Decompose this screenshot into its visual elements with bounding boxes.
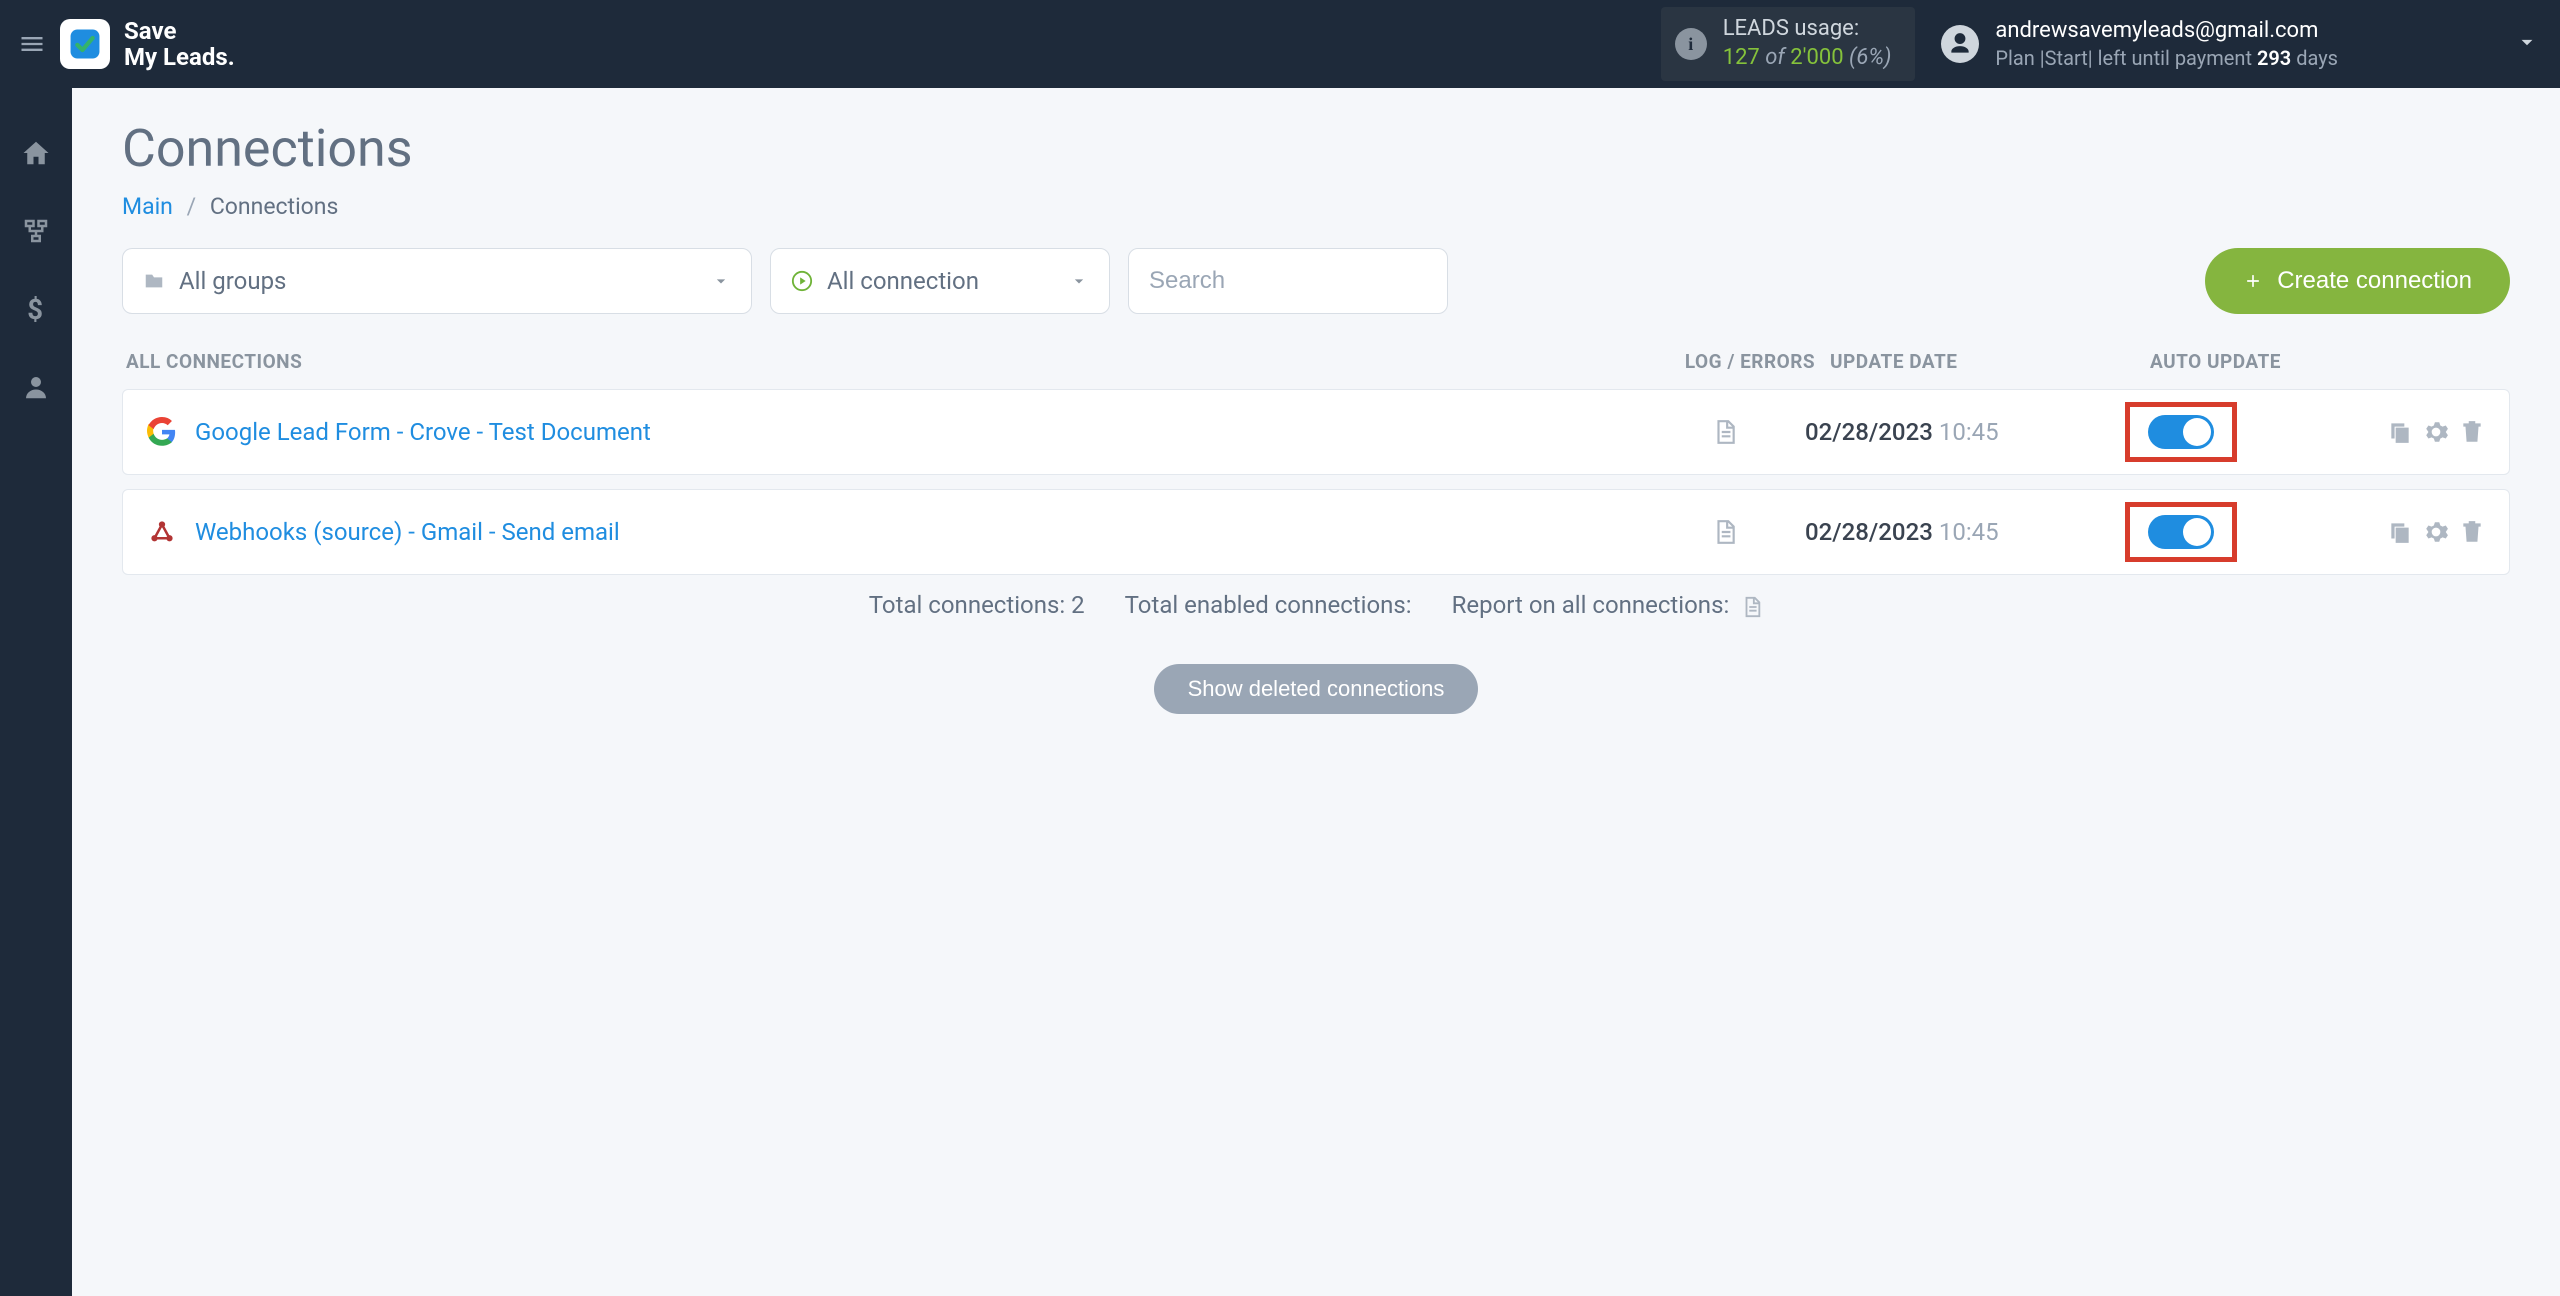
connection-row: Webhooks (source) - Gmail - Send email 0… xyxy=(122,489,2510,575)
log-document-icon[interactable] xyxy=(1712,517,1738,547)
sidebar: $ xyxy=(0,88,72,1296)
usage-label: LEADS usage: xyxy=(1723,15,1892,44)
header-update-date: UPDATE DATE xyxy=(1830,350,2150,373)
page-title: Connections xyxy=(122,118,2510,179)
breadcrumb-current: Connections xyxy=(210,193,339,220)
create-connection-label: Create connection xyxy=(2277,267,2472,295)
main-content: Connections Main / Connections All group… xyxy=(72,88,2560,1296)
gear-icon[interactable] xyxy=(2423,519,2449,545)
header-all-connections: ALL CONNECTIONS xyxy=(122,350,1670,373)
auto-update-toggle[interactable] xyxy=(2148,415,2214,449)
copy-icon[interactable] xyxy=(2387,419,2413,445)
connection-date: 02/28/202310:45 xyxy=(1805,518,2125,546)
trash-icon[interactable] xyxy=(2459,419,2485,445)
filters-row: All groups All connection Create connect… xyxy=(122,248,2510,314)
folder-icon xyxy=(143,270,165,292)
usage-of: of xyxy=(1765,45,1790,70)
svg-text:$: $ xyxy=(27,294,43,324)
connection-log xyxy=(1645,417,1805,447)
brand-name: Save My Leads. xyxy=(124,18,235,71)
leads-usage-box[interactable]: i LEADS usage: 127 of 2'000 (6%) xyxy=(1661,7,1916,80)
report-document-icon[interactable] xyxy=(1741,594,1763,620)
brand-line1: Save xyxy=(124,18,235,44)
connection-select[interactable]: All connection xyxy=(770,248,1110,314)
nav-connections[interactable] xyxy=(15,210,57,252)
account-email: andrewsavemyleads@gmail.com xyxy=(1995,17,2338,46)
search-box[interactable] xyxy=(1128,248,1448,314)
chevron-down-icon xyxy=(1069,271,1089,291)
logo xyxy=(60,19,110,69)
auto-update-toggle[interactable] xyxy=(2148,515,2214,549)
trash-icon[interactable] xyxy=(2459,519,2485,545)
connection-name: Google Lead Form - Crove - Test Document xyxy=(195,418,1645,446)
groups-select[interactable]: All groups xyxy=(122,248,752,314)
menu-toggle-button[interactable] xyxy=(12,24,52,64)
log-document-icon[interactable] xyxy=(1712,417,1738,447)
show-deleted-button[interactable]: Show deleted connections xyxy=(1154,664,1479,714)
summary-bar: Total connections: 2 Total enabled conne… xyxy=(122,591,2510,620)
topbar: Save My Leads. i LEADS usage: 127 of 2'0… xyxy=(0,0,2560,88)
connection-log xyxy=(1645,517,1805,547)
highlight-box xyxy=(2125,502,2237,562)
account-menu[interactable]: andrewsavemyleads@gmail.com Plan |Start|… xyxy=(1941,17,2540,72)
breadcrumb-separator: / xyxy=(187,193,197,220)
usage-total: 2'000 xyxy=(1790,45,1843,70)
copy-icon[interactable] xyxy=(2387,519,2413,545)
connection-actions xyxy=(2355,419,2485,445)
connection-auto-update xyxy=(2125,402,2355,462)
summary-enabled: Total enabled connections: xyxy=(1125,591,1412,619)
header-auto-update: AUTO UPDATE xyxy=(2150,350,2380,373)
search-input[interactable] xyxy=(1149,267,1427,295)
highlight-box xyxy=(2125,402,2237,462)
info-icon: i xyxy=(1675,28,1707,60)
gear-icon[interactable] xyxy=(2423,419,2449,445)
play-circle-icon xyxy=(791,270,813,292)
connection-auto-update xyxy=(2125,502,2355,562)
chevron-down-icon xyxy=(2514,29,2540,59)
nav-home[interactable] xyxy=(15,132,57,174)
groups-select-label: All groups xyxy=(179,267,286,295)
avatar-icon xyxy=(1941,25,1979,63)
connection-link[interactable]: Webhooks (source) - Gmail - Send email xyxy=(195,518,620,546)
header-log: LOG / ERRORS xyxy=(1670,350,1830,373)
chevron-down-icon xyxy=(711,271,731,291)
webhook-icon xyxy=(147,517,177,547)
usage-text: LEADS usage: 127 of 2'000 (6%) xyxy=(1723,15,1892,72)
connection-name: Webhooks (source) - Gmail - Send email xyxy=(195,518,1645,546)
summary-total: Total connections: 2 xyxy=(869,591,1085,619)
connection-actions xyxy=(2355,519,2485,545)
summary-report: Report on all connections: xyxy=(1452,591,1764,620)
breadcrumb: Main / Connections xyxy=(122,193,2510,220)
nav-account[interactable] xyxy=(15,366,57,408)
connection-link[interactable]: Google Lead Form - Crove - Test Document xyxy=(195,418,651,446)
usage-used: 127 xyxy=(1723,45,1760,70)
connection-row: Google Lead Form - Crove - Test Document… xyxy=(122,389,2510,475)
account-plan: Plan |Start| left until payment 293 days xyxy=(1995,45,2338,71)
connection-select-label: All connection xyxy=(827,267,979,295)
plus-icon xyxy=(2243,271,2263,291)
create-connection-button[interactable]: Create connection xyxy=(2205,248,2510,314)
nav-billing[interactable]: $ xyxy=(15,288,57,330)
breadcrumb-main-link[interactable]: Main xyxy=(122,193,173,220)
usage-pct: (6%) xyxy=(1849,45,1891,70)
google-icon xyxy=(147,417,177,447)
connection-date: 02/28/202310:45 xyxy=(1805,418,2125,446)
account-text: andrewsavemyleads@gmail.com Plan |Start|… xyxy=(1995,17,2338,72)
table-header: ALL CONNECTIONS LOG / ERRORS UPDATE DATE… xyxy=(122,338,2510,389)
brand-line2: My Leads. xyxy=(124,44,235,70)
